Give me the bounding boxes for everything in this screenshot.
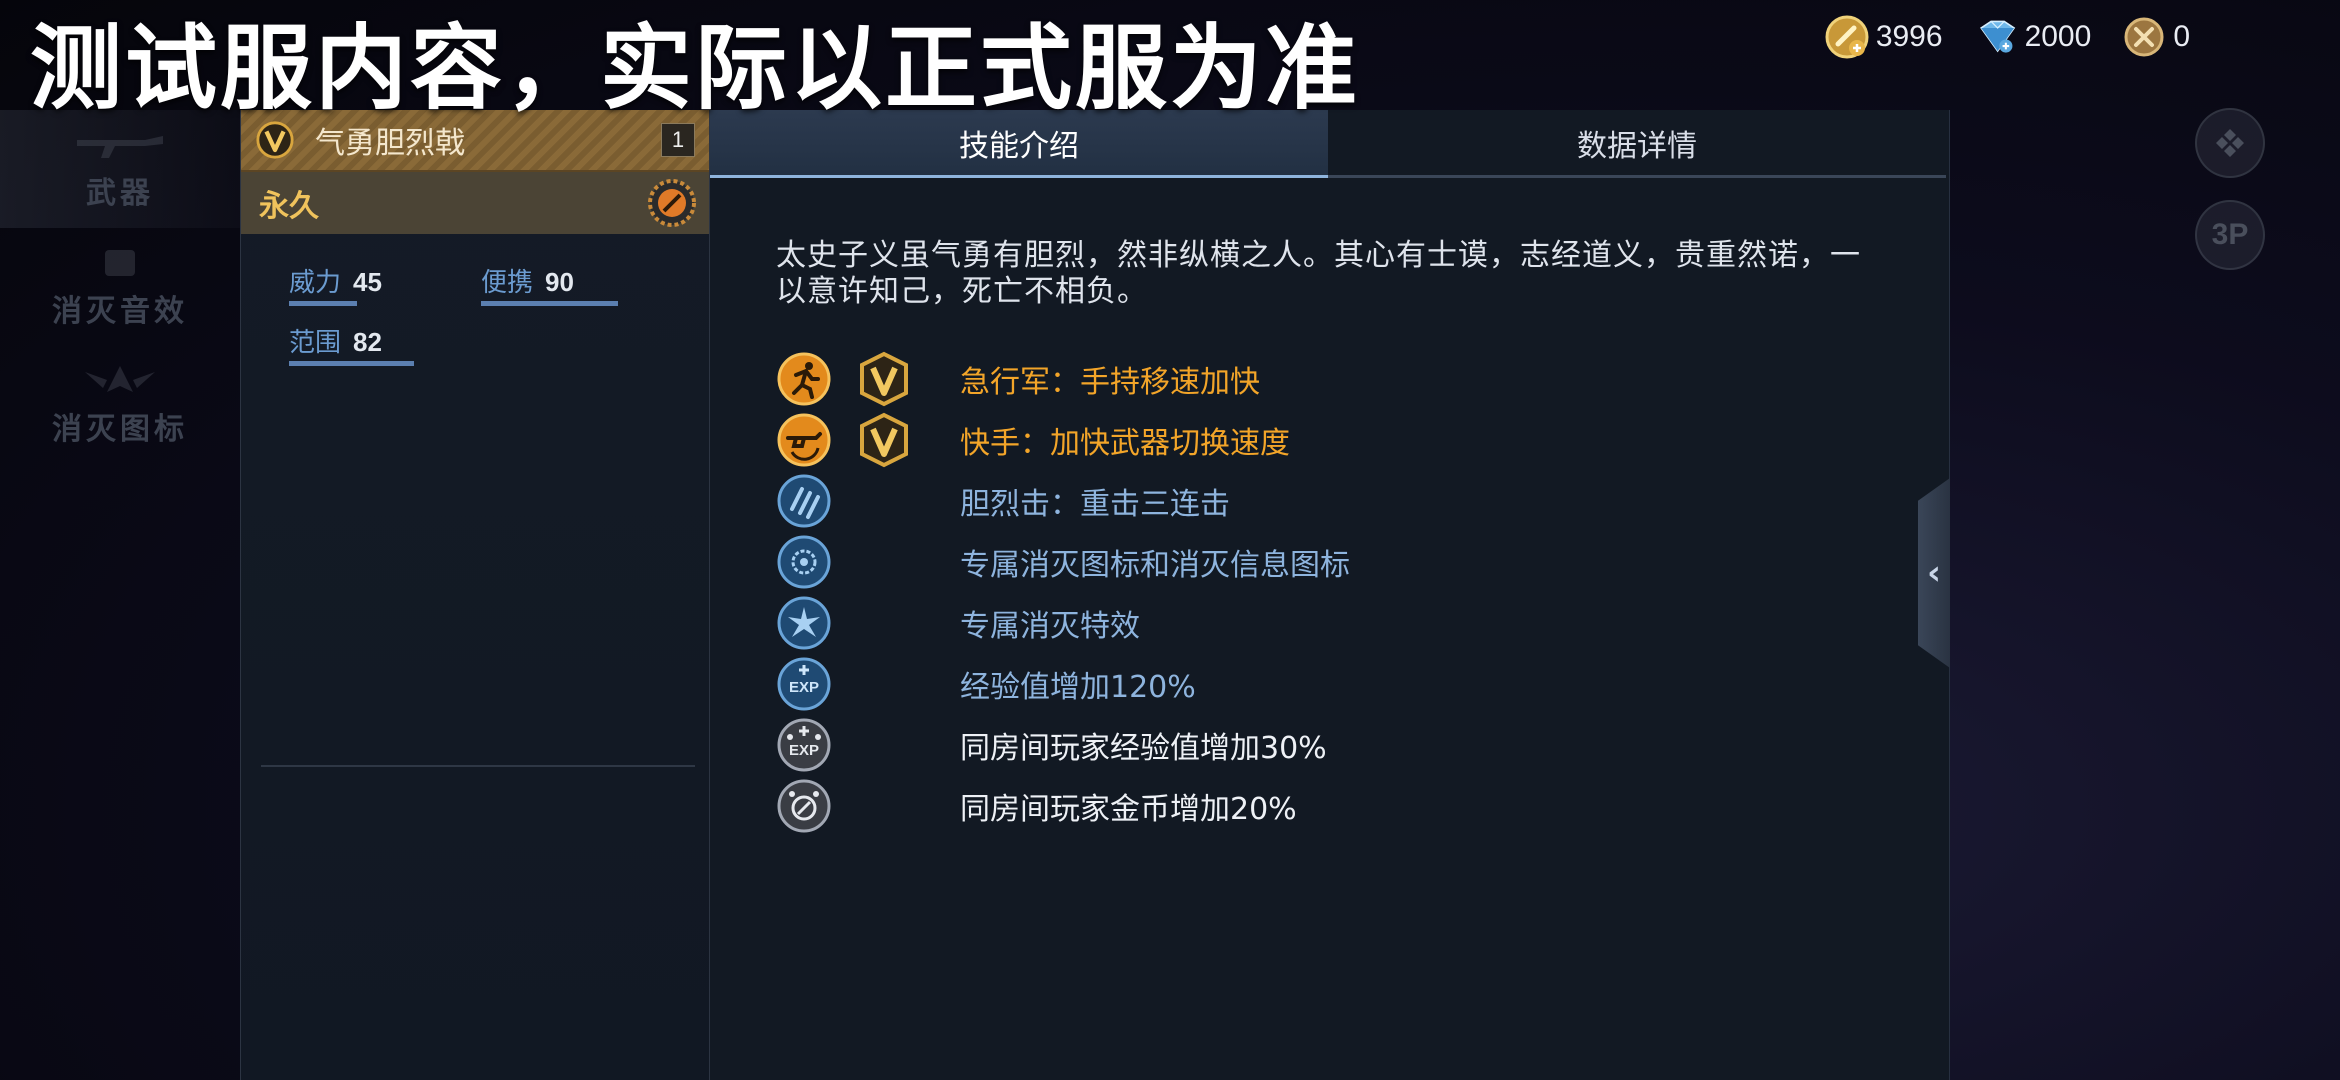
stat-label: 威力 — [289, 268, 342, 298]
diamond-icon — [1973, 14, 2019, 60]
stat-value: 45 — [353, 267, 382, 297]
rifle-icon — [77, 136, 163, 158]
kill-icon-badge-icon — [777, 535, 831, 588]
nav-item-kill-icon[interactable]: 消灭图标 — [0, 346, 240, 464]
vip-v-badge-icon — [860, 412, 908, 467]
weapon-stats: 威力 45 便携 90 范围 82 — [241, 234, 709, 366]
currency-bar: 3996 2000 0 — [1824, 14, 2190, 60]
vip-v-badge-icon — [860, 351, 908, 406]
weapon-swap-icon — [777, 413, 831, 466]
skill-list: 急行军：手持移速加快 快手：加快武器切换速度 胆烈击：重击三连击 专属消灭图标和… — [776, 348, 1949, 836]
voucher-amount: 0 — [2173, 20, 2190, 53]
item-info-panel: 气勇胆烈戟 1 永久 威力 45 便携 90 范围 82 — [240, 110, 710, 1080]
voucher-currency[interactable]: 0 — [2121, 14, 2190, 60]
gold-coin-icon — [1824, 14, 1870, 60]
stat-portability: 便携 90 — [481, 262, 633, 306]
skill-text: 同房间玩家经验值增加30% — [960, 730, 1327, 766]
weapon-name: 气勇胆烈戟 — [315, 126, 465, 161]
skill-row: EXP 同房间玩家经验值增加30% — [776, 714, 1949, 775]
gamepad-button[interactable] — [2195, 108, 2265, 178]
skill-row: 急行军：手持移速加快 — [776, 348, 1949, 409]
skill-text: 经验值增加120% — [960, 669, 1196, 705]
skill-row: 胆烈击：重击三连击 — [776, 470, 1949, 531]
collapse-panel-button[interactable]: ‹ — [1918, 478, 1950, 668]
stat-bar — [481, 301, 618, 306]
triple-strike-icon — [777, 474, 831, 527]
skill-text: 同房间玩家金币增加20% — [960, 791, 1297, 827]
stat-bar — [289, 361, 414, 366]
nav-label-kill-sound: 消灭音效 — [52, 294, 188, 329]
weapon-type-badge-icon[interactable] — [647, 178, 697, 228]
stat-bar — [289, 301, 358, 306]
item-count: 1 — [661, 123, 695, 157]
stat-value: 82 — [353, 327, 382, 357]
room-exp-icon: EXP — [777, 718, 831, 771]
diamond-currency[interactable]: 2000 — [1973, 14, 2092, 60]
skill-text: 急行军：手持移速加快 — [960, 364, 1260, 400]
stat-range: 范围 82 — [289, 322, 441, 366]
skill-row: EXP 经验值增加120% — [776, 653, 1949, 714]
nav-item-weapon[interactable]: 武器 — [0, 110, 240, 228]
duration-label: 永久 — [259, 189, 319, 224]
third-person-view-button[interactable]: 3P — [2195, 200, 2265, 270]
wings-emblem-icon — [85, 366, 155, 392]
category-nav: 武器 消灭音效 消灭图标 — [0, 110, 240, 464]
diamond-amount: 2000 — [2024, 20, 2092, 53]
skill-row: 同房间玩家金币增加20% — [776, 775, 1949, 836]
nav-label-kill-icon: 消灭图标 — [52, 412, 188, 447]
skill-text: 专属消灭特效 — [960, 608, 1140, 644]
room-coin-icon — [777, 779, 831, 832]
skill-row: 专属消灭图标和消灭信息图标 — [776, 531, 1949, 592]
gamepad-icon — [2216, 129, 2244, 157]
skill-row: 快手：加快武器切换速度 — [776, 409, 1949, 470]
nav-item-kill-sound[interactable]: 消灭音效 — [0, 228, 240, 346]
duration-row: 永久 — [241, 172, 709, 234]
gold-amount: 3996 — [1875, 20, 1943, 53]
chevron-left-icon: ‹ — [1926, 553, 1941, 593]
skill-text: 快手：加快武器切换速度 — [960, 425, 1290, 461]
test-server-banner: 测试服内容，实际以正式服为准 — [30, 15, 1361, 122]
weapon-description: 太史子义虽气勇有胆烈，然非纵横之人。其心有士谟，志经道义，贵重然诺，一以意许知己… — [776, 238, 1861, 309]
stat-label: 便携 — [481, 268, 534, 298]
tab-data-details[interactable]: 数据详情 — [1328, 110, 1946, 178]
svg-text:EXP: EXP — [789, 679, 819, 696]
skill-row: 专属消灭特效 — [776, 592, 1949, 653]
voucher-coin-icon — [2121, 14, 2167, 60]
kill-effect-icon — [777, 596, 831, 649]
detail-panel: 技能介绍 数据详情 太史子义虽气勇有胆烈，然非纵横之人。其心有士谟，志经道义，贵… — [710, 110, 1950, 1080]
third-person-label: 3P — [2211, 218, 2249, 251]
gold-currency[interactable]: 3996 — [1824, 14, 1943, 60]
skill-text: 胆烈击：重击三连击 — [960, 486, 1230, 522]
stat-value: 90 — [545, 267, 574, 297]
speaker-icon — [105, 250, 135, 276]
divider — [261, 765, 695, 767]
vip-v-badge-icon — [256, 121, 294, 159]
stat-label: 范围 — [289, 328, 342, 358]
svg-text:EXP: EXP — [789, 742, 819, 759]
exp-boost-icon: EXP — [777, 657, 831, 710]
stat-power: 威力 45 — [289, 262, 441, 306]
sprint-icon — [777, 352, 831, 405]
skill-text: 专属消灭图标和消灭信息图标 — [960, 547, 1350, 583]
nav-label-weapon: 武器 — [86, 176, 154, 211]
